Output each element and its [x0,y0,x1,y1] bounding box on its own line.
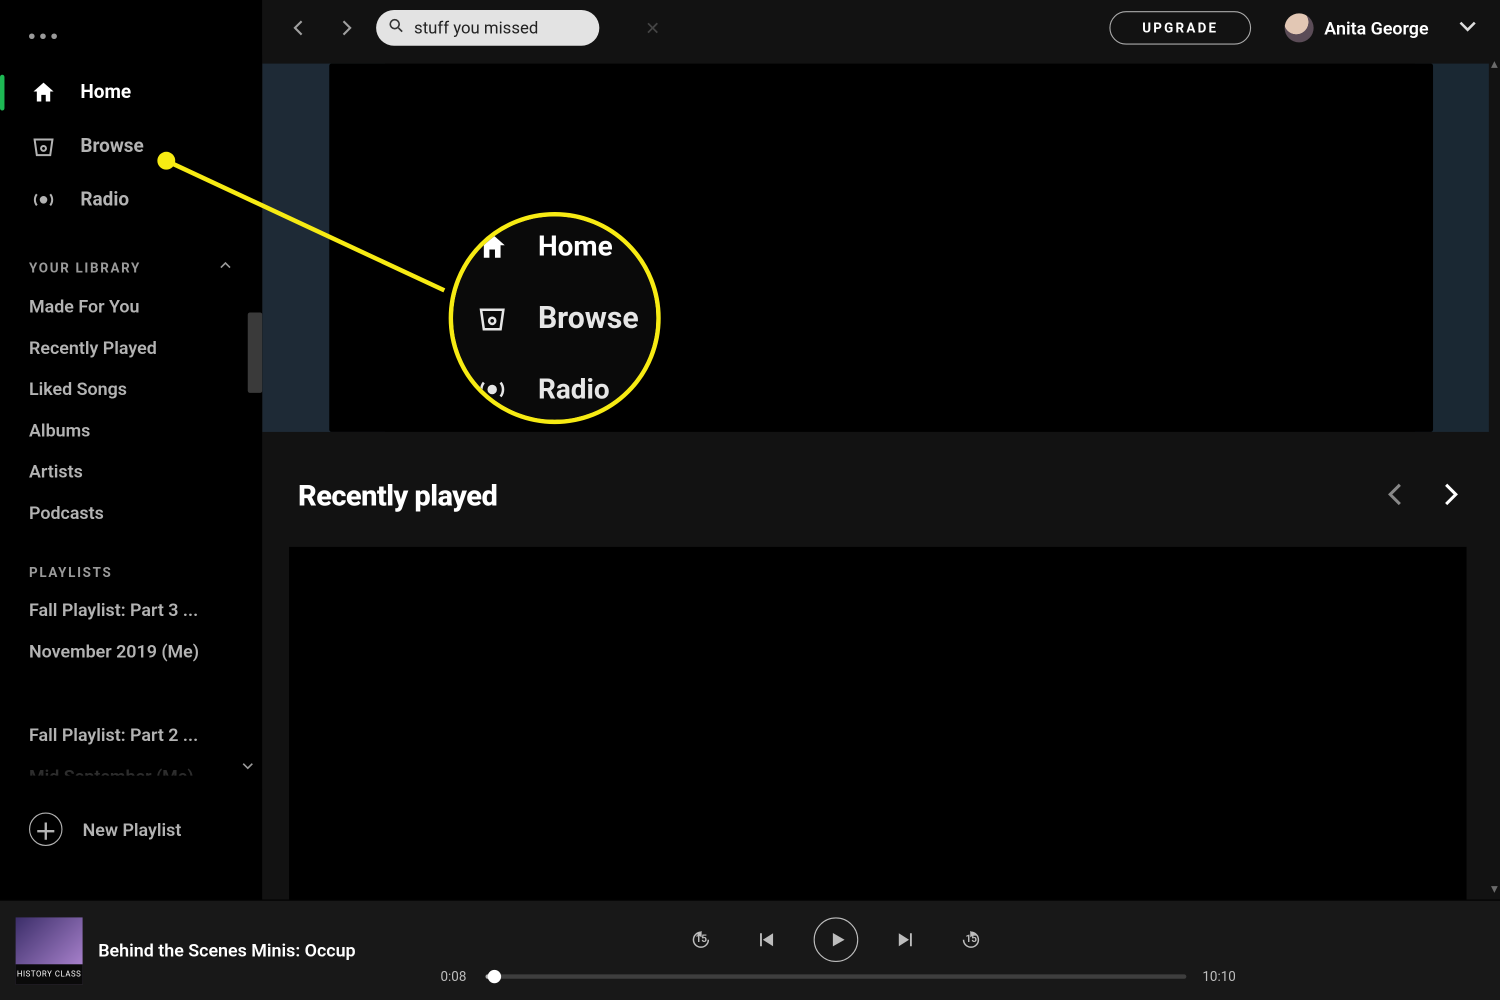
sidebar-item-home[interactable]: Home [0,66,262,120]
now-playing-artwork[interactable]: HISTORY CLASS [16,917,83,984]
skip-back-15-button[interactable]: 15 [684,922,717,955]
previous-track-button[interactable] [749,922,782,955]
user-menu[interactable]: Anita George [1284,13,1428,42]
home-icon [29,78,58,107]
recently-played-heading: Recently played [298,480,497,513]
progress-bar[interactable] [486,974,1187,978]
now-playing-title[interactable]: Behind the Scenes Minis: Occup [98,940,355,961]
playlists-header: PLAYLISTS [0,533,262,589]
carousel-prev-button[interactable] [1382,480,1411,513]
sidebar-item-label: Radio [80,189,129,211]
library-header: YOUR LIBRARY [0,227,262,286]
avatar [1284,13,1313,42]
sidebar-item-artists[interactable]: Artists [0,451,262,492]
hero-banner [329,64,1433,432]
search-box[interactable]: ✕ [376,10,599,46]
upgrade-button[interactable]: UPGRADE [1110,11,1251,44]
progress-thumb[interactable] [488,969,501,982]
player-bar: HISTORY CLASS Behind the Scenes Minis: O… [0,900,1500,1000]
playlist-item-selected[interactable] [4,672,262,714]
sidebar-item-podcasts[interactable]: Podcasts [0,492,262,533]
playlist-item[interactable]: Fall Playlist: Part 2 ... [0,714,262,755]
sidebar-item-radio[interactable]: Radio [0,173,262,227]
search-icon [387,17,405,39]
collapse-icon[interactable] [218,258,234,277]
clear-search-icon[interactable]: ✕ [645,17,660,38]
main-content: ▴ Recently played ▾ [262,0,1500,900]
search-input[interactable] [414,18,636,38]
scroll-down-icon[interactable]: ▾ [1491,881,1498,897]
next-track-button[interactable] [890,922,923,955]
playlist-item[interactable]: Mid September (Me) [0,756,262,776]
chevron-down-icon[interactable] [240,757,256,778]
sidebar-item-liked-songs[interactable]: Liked Songs [0,368,262,409]
scroll-up-icon[interactable]: ▴ [1491,56,1498,72]
chevron-down-icon[interactable] [1455,13,1480,42]
sidebar-item-albums[interactable]: Albums [0,410,262,451]
new-playlist-button[interactable]: ＋ New Playlist [0,789,262,846]
skip-forward-15-button[interactable]: 15 [955,922,988,955]
sidebar-item-label: Home [80,81,131,103]
nav-back-button[interactable] [282,11,315,44]
sidebar-item-recently-played[interactable]: Recently Played [0,327,262,368]
elapsed-time: 0:08 [434,968,472,984]
browse-icon [29,132,58,161]
carousel-next-button[interactable] [1435,480,1464,513]
sidebar-item-browse[interactable]: Browse [0,119,262,173]
sidebar-scrollbar-thumb[interactable] [248,312,263,392]
top-bar: ✕ UPGRADE Anita George [262,0,1500,56]
app-menu-dots[interactable] [0,16,262,66]
sidebar-item-label: Browse [80,135,143,157]
duration-time: 10:10 [1200,968,1238,984]
nav-forward-button[interactable] [329,11,362,44]
play-button[interactable] [814,917,859,962]
plus-icon: ＋ [29,812,62,845]
playlist-item[interactable]: November 2019 (Me) [0,631,262,672]
new-playlist-label: New Playlist [83,819,182,840]
playlist-item[interactable]: Fall Playlist: Part 3 ... [0,589,262,630]
sidebar-item-made-for-you[interactable]: Made For You [0,286,262,327]
sidebar: Home Browse Radio YOUR LIBRARY Made For … [0,0,262,900]
user-name-label: Anita George [1324,17,1428,38]
artwork-caption: HISTORY CLASS [16,964,83,984]
recently-played-shelf [289,547,1466,900]
radio-icon [29,185,58,214]
